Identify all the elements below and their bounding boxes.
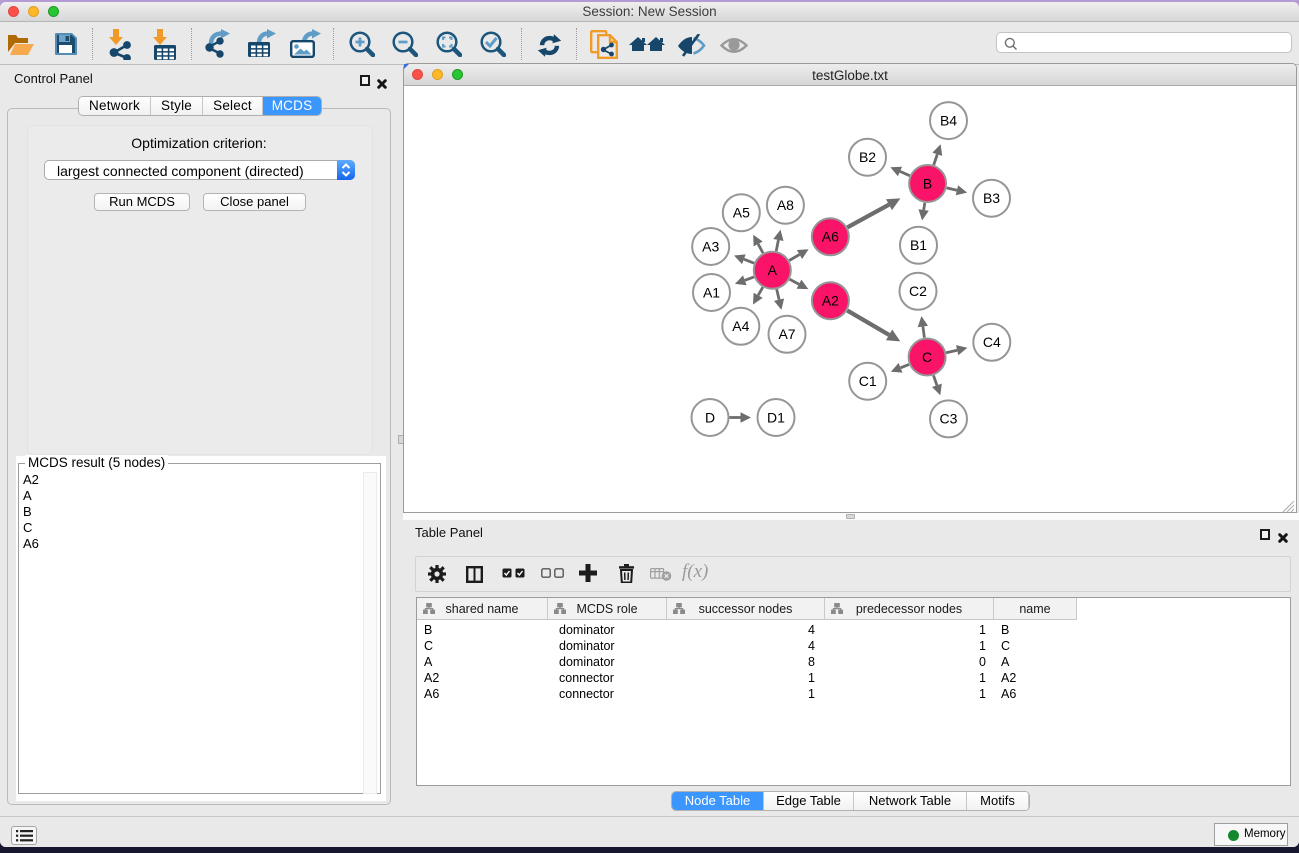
svg-text:B2: B2 <box>859 149 876 165</box>
svg-text:A5: A5 <box>733 205 750 221</box>
svg-text:A7: A7 <box>778 326 795 342</box>
svg-text:D: D <box>705 409 715 425</box>
svg-text:C1: C1 <box>859 373 877 389</box>
svg-text:C: C <box>922 349 932 365</box>
svg-text:B: B <box>923 175 932 191</box>
svg-text:B1: B1 <box>910 237 927 253</box>
svg-text:A6: A6 <box>822 229 839 245</box>
svg-text:C4: C4 <box>983 334 1001 350</box>
svg-text:C2: C2 <box>909 283 927 299</box>
svg-text:B4: B4 <box>940 112 957 128</box>
svg-text:A1: A1 <box>703 284 720 300</box>
svg-text:B3: B3 <box>983 190 1000 206</box>
svg-text:D1: D1 <box>767 409 785 425</box>
svg-text:A3: A3 <box>702 238 719 254</box>
svg-text:C3: C3 <box>940 411 958 427</box>
svg-text:A8: A8 <box>777 197 794 213</box>
svg-text:A: A <box>768 262 778 278</box>
svg-text:A2: A2 <box>822 293 839 309</box>
svg-text:A4: A4 <box>732 318 749 334</box>
